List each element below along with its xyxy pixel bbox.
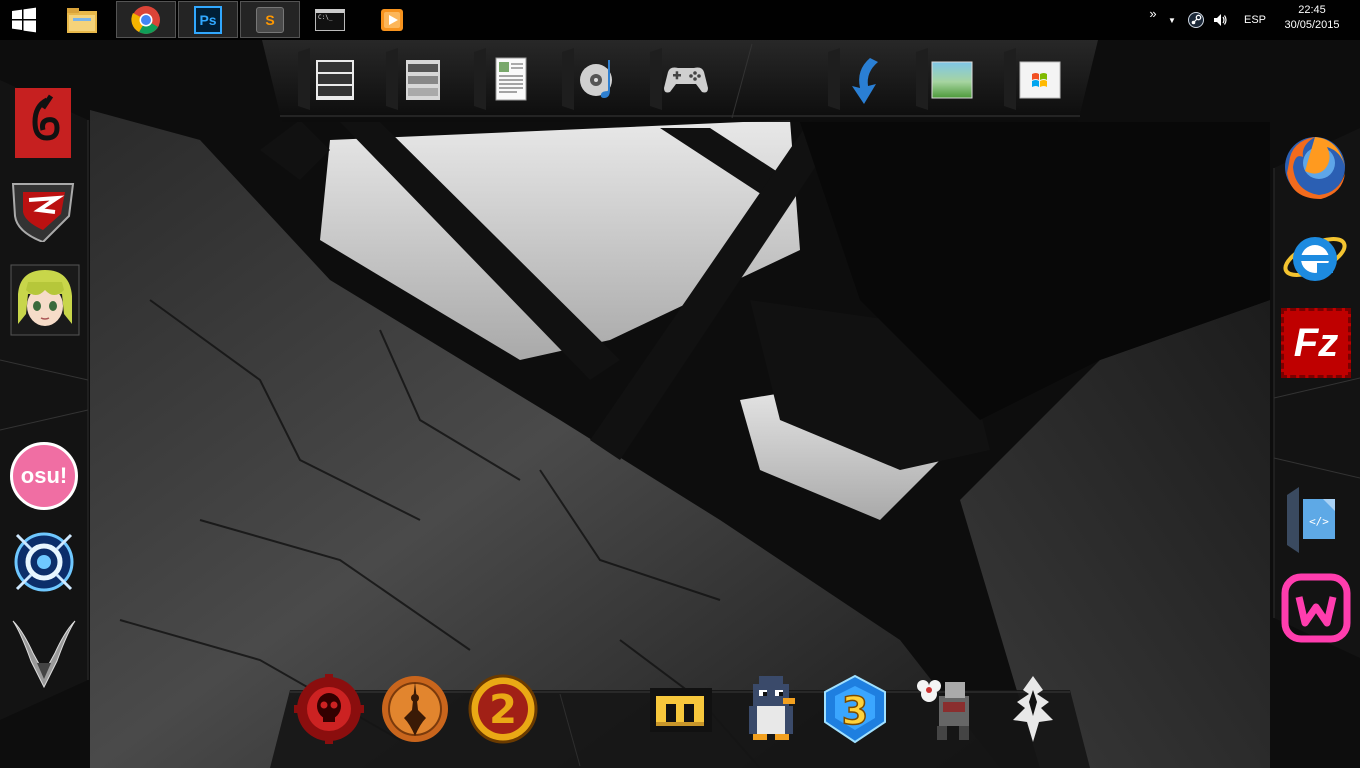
- minecraft-icon: [650, 688, 712, 732]
- right-dock-filezilla[interactable]: Fz: [1280, 306, 1352, 380]
- right-dock-wampserver[interactable]: [1280, 572, 1352, 644]
- internet-explorer-icon: [1283, 237, 1347, 281]
- tray-overflow[interactable]: »: [1146, 0, 1160, 40]
- tray-overflow-label: »: [1149, 5, 1157, 21]
- bottom-dock-bejeweled-3[interactable]: 3: [818, 672, 892, 746]
- filezilla-label: Fz: [1293, 320, 1339, 365]
- fiesta-online-icon: [15, 88, 71, 158]
- clock-time: 22:45: [1298, 4, 1326, 16]
- ragnarok-icon: [917, 680, 969, 740]
- code-editor-icon: </>: [1287, 487, 1335, 553]
- top-dock-games[interactable]: [648, 46, 724, 112]
- steam-icon: [1188, 12, 1204, 28]
- bottom-dock-bioshock-infinite[interactable]: [378, 672, 452, 746]
- bejeweled-label: 3: [842, 689, 868, 733]
- media-player-icon: [381, 8, 403, 31]
- windows-logo-icon: [1004, 48, 1061, 110]
- gears-of-war-icon: [294, 674, 364, 744]
- left-dock-anime-character[interactable]: [10, 264, 80, 336]
- bejeweled-3-icon: 3: [824, 674, 886, 744]
- osu-label: osu!: [20, 463, 68, 488]
- volume-tray[interactable]: [1210, 0, 1230, 40]
- top-dock-windows-panel[interactable]: [296, 46, 372, 112]
- s4-league-icon: [11, 183, 75, 242]
- code-label: </>: [1309, 515, 1329, 528]
- left-dock-game-shield[interactable]: [10, 528, 78, 596]
- top-dock-music[interactable]: [560, 46, 636, 112]
- taskbar: Ps S C:\_ » ▼ ESP 22:45 30/05/2015: [0, 0, 1360, 40]
- show-hidden-icons-button[interactable]: ▼: [1164, 0, 1180, 40]
- right-dock-internet-explorer[interactable]: [1280, 222, 1350, 292]
- left-dock-fiesta[interactable]: [12, 86, 74, 160]
- start-button[interactable]: [0, 0, 48, 40]
- taskbar-photoshop[interactable]: Ps: [178, 1, 238, 38]
- language-label: ESP: [1243, 14, 1266, 26]
- top-dock-pictures[interactable]: [914, 46, 990, 112]
- top-dock-documents[interactable]: [384, 46, 460, 112]
- windows-start-icon: [12, 7, 36, 33]
- taskbar-sublime-text[interactable]: S: [240, 1, 300, 38]
- steam-tray[interactable]: [1186, 0, 1206, 40]
- bottom-dock-skyrim[interactable]: [996, 672, 1070, 746]
- taskbar-chrome[interactable]: [116, 1, 176, 38]
- filezilla-icon: Fz: [1281, 308, 1351, 378]
- top-dock-windows[interactable]: [1002, 46, 1078, 112]
- photoshop-icon: Ps: [194, 5, 222, 34]
- firefox-icon: [1285, 137, 1345, 199]
- clock-date: 30/05/2015: [1284, 19, 1340, 31]
- music-icon: [562, 48, 612, 110]
- taskbar-command-prompt[interactable]: C:\_: [300, 1, 360, 38]
- sublime-label: S: [265, 11, 275, 28]
- taskbar-media-player[interactable]: [362, 1, 422, 38]
- speaker-icon: [1214, 14, 1227, 26]
- clock[interactable]: 22:45 30/05/2015: [1280, 3, 1344, 33]
- windows-panel-icon: [298, 48, 354, 110]
- text-file-icon: [474, 48, 527, 110]
- penguin-icon: [749, 676, 795, 740]
- documents-icon: [386, 48, 440, 110]
- command-prompt-icon: C:\_: [315, 8, 345, 31]
- photoshop-label: Ps: [199, 11, 217, 28]
- valkyrie-icon: [12, 620, 76, 689]
- wampserver-icon: [1281, 573, 1351, 643]
- top-dock-text-file[interactable]: [472, 46, 548, 112]
- chevron-down-icon: ▼: [1168, 15, 1176, 25]
- left-dock-osu[interactable]: osu!: [8, 440, 80, 512]
- anime-character-icon: [10, 264, 80, 336]
- bottom-dock-borderlands-2[interactable]: 2: [466, 672, 540, 746]
- input-language[interactable]: ESP: [1238, 0, 1272, 40]
- left-dock-valkyrie[interactable]: [6, 612, 82, 692]
- bottom-dock-ragnarok[interactable]: [908, 672, 982, 746]
- top-dock-downloads[interactable]: [826, 46, 902, 112]
- downloads-icon: [828, 48, 878, 110]
- sublime-text-icon: S: [256, 6, 284, 33]
- bottom-dock-gears-of-war[interactable]: [292, 672, 366, 746]
- osu-icon: osu!: [10, 442, 78, 510]
- game-shield-icon: [14, 532, 74, 592]
- bottom-dock-penguin[interactable]: [734, 672, 808, 746]
- folder-icon: [67, 7, 97, 33]
- chrome-icon: [131, 5, 160, 34]
- bottom-dock-minecraft[interactable]: [644, 672, 718, 746]
- right-dock-code-editor[interactable]: </>: [1284, 484, 1344, 556]
- borderlands-label: 2: [489, 687, 517, 733]
- skyrim-icon: [1013, 676, 1053, 742]
- borderlands-2-icon: 2: [468, 674, 538, 744]
- left-dock-s4-league[interactable]: [8, 176, 78, 242]
- cmd-label: C:\_: [318, 13, 333, 21]
- pictures-icon: [916, 48, 973, 110]
- taskbar-file-explorer[interactable]: [52, 1, 112, 38]
- bioshock-infinite-icon: [382, 676, 448, 742]
- gamepad-icon: [650, 48, 708, 110]
- right-dock-firefox[interactable]: [1280, 132, 1350, 202]
